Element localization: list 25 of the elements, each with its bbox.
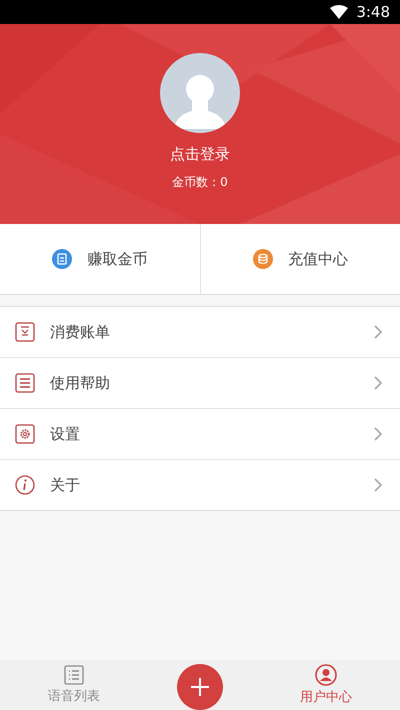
status-time: 3:48 (356, 3, 390, 21)
list-icon (64, 665, 84, 685)
chevron-icon (374, 376, 382, 390)
chevron-icon (374, 325, 382, 339)
settings-icon (15, 424, 35, 444)
user-icon (315, 664, 337, 686)
wifi-icon (330, 5, 348, 19)
info-icon (15, 475, 35, 495)
menu-item[interactable]: 关于 (0, 460, 400, 510)
add-button[interactable] (177, 664, 223, 710)
coin-count: 金币数：0 (172, 174, 228, 191)
plus-icon (191, 678, 209, 696)
chevron-icon (374, 427, 382, 441)
menu-label: 关于 (50, 476, 81, 494)
list-icon (15, 373, 35, 393)
login-link[interactable]: 点击登录 (170, 145, 230, 164)
chevron-icon (374, 478, 382, 492)
menu-label: 设置 (50, 424, 81, 444)
tab[interactable]: 用户中心 (281, 662, 371, 708)
receipt-icon (15, 322, 35, 342)
menu-item[interactable]: 设置 (0, 409, 400, 460)
menu-label: 使用帮助 (50, 374, 111, 392)
menu-item[interactable]: 消费账单 (0, 307, 400, 358)
menu-item[interactable]: 使用帮助 (0, 358, 400, 409)
menu-label: 消费账单 (50, 322, 111, 342)
